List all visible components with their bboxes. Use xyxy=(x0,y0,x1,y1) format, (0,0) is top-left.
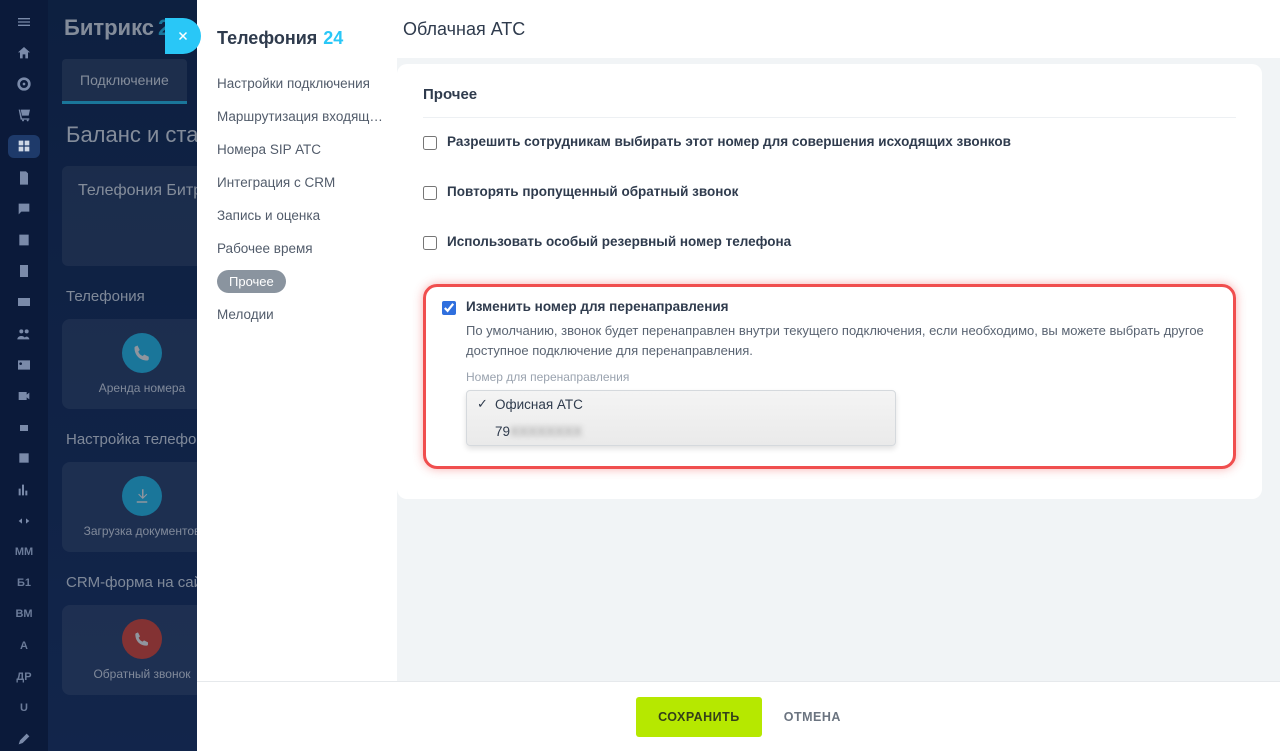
id-icon[interactable] xyxy=(8,353,40,376)
checkbox-change-redirect[interactable] xyxy=(442,301,456,315)
rail-u[interactable]: U xyxy=(8,696,40,719)
home-icon[interactable] xyxy=(8,41,40,64)
label-repeat-callback: Повторять пропущенный обратный звонок xyxy=(447,184,738,199)
side-nav-item[interactable]: Запись и оценка xyxy=(217,199,387,232)
page-icon[interactable] xyxy=(8,260,40,283)
android-icon[interactable] xyxy=(8,416,40,439)
apps-icon[interactable] xyxy=(8,135,40,158)
dropdown-option-office[interactable]: Офисная АТС xyxy=(467,391,895,418)
target-icon[interactable] xyxy=(8,72,40,95)
people-icon[interactable] xyxy=(8,322,40,345)
label-change-redirect: Изменить номер для перенаправления xyxy=(466,299,729,314)
cancel-button[interactable]: ОТМЕНА xyxy=(784,710,841,724)
chat-icon[interactable] xyxy=(8,197,40,220)
main-title: Облачная АТС xyxy=(397,0,1262,58)
rail-dr[interactable]: ДР xyxy=(8,665,40,688)
rail-a[interactable]: А xyxy=(8,634,40,657)
checkbox-allow-select[interactable] xyxy=(423,136,437,150)
box-icon[interactable] xyxy=(8,447,40,470)
rail-mm[interactable]: ММ xyxy=(8,540,40,563)
label-reserve-number: Использовать особый резервный номер теле… xyxy=(447,234,791,249)
redirect-field-label: Номер для перенаправления xyxy=(442,370,1217,384)
redirect-description: По умолчанию, звонок будет перенаправлен… xyxy=(442,321,1217,360)
side-nav-item[interactable]: Рабочее время xyxy=(217,232,387,265)
side-nav: Телефония24 Настройки подключенияМаршрут… xyxy=(197,58,397,681)
settings-overlay: Телефония24 Настройки подключенияМаршрут… xyxy=(197,0,1280,751)
cart-icon[interactable] xyxy=(8,104,40,127)
rail-vm[interactable]: ВМ xyxy=(8,603,40,626)
save-button[interactable]: СОХРАНИТЬ xyxy=(636,697,762,737)
side-nav-title: Телефония24 xyxy=(217,28,389,49)
chart-icon[interactable] xyxy=(8,478,40,501)
calendar-icon[interactable] xyxy=(8,228,40,251)
side-nav-item[interactable]: Номера SIP АТС xyxy=(217,133,387,166)
checkbox-repeat-callback[interactable] xyxy=(423,186,437,200)
icon-rail: ММ Б1 ВМ А ДР U xyxy=(0,0,48,751)
redirect-dropdown[interactable]: Офисная АТС 79XXXXXXXX xyxy=(466,390,896,446)
doc-icon[interactable] xyxy=(8,166,40,189)
video-icon[interactable] xyxy=(8,384,40,407)
side-nav-item[interactable]: Мелодии xyxy=(217,298,387,331)
side-nav-item[interactable]: Прочее xyxy=(217,265,387,298)
code-icon[interactable] xyxy=(8,509,40,532)
checkbox-reserve-number[interactable] xyxy=(423,236,437,250)
side-nav-item[interactable]: Настройки подключения xyxy=(217,67,387,100)
menu-icon[interactable] xyxy=(8,10,40,33)
close-button[interactable] xyxy=(165,18,201,54)
footer: СОХРАНИТЬ ОТМЕНА xyxy=(197,681,1280,751)
side-nav-item[interactable]: Маршрутизация входящ… xyxy=(217,100,387,133)
card-icon[interactable] xyxy=(8,291,40,314)
highlighted-section: Изменить номер для перенаправления По ум… xyxy=(423,284,1236,469)
section-heading: Прочее xyxy=(423,86,1236,118)
side-nav-item[interactable]: Интеграция с CRM xyxy=(217,166,387,199)
edit-icon[interactable] xyxy=(8,728,40,751)
label-allow-select: Разрешить сотрудникам выбирать этот номе… xyxy=(447,134,1011,149)
settings-panel: Прочее Разрешить сотрудникам выбирать эт… xyxy=(397,64,1262,499)
rail-b1[interactable]: Б1 xyxy=(8,572,40,595)
dropdown-option-number[interactable]: 79XXXXXXXX xyxy=(467,418,895,445)
